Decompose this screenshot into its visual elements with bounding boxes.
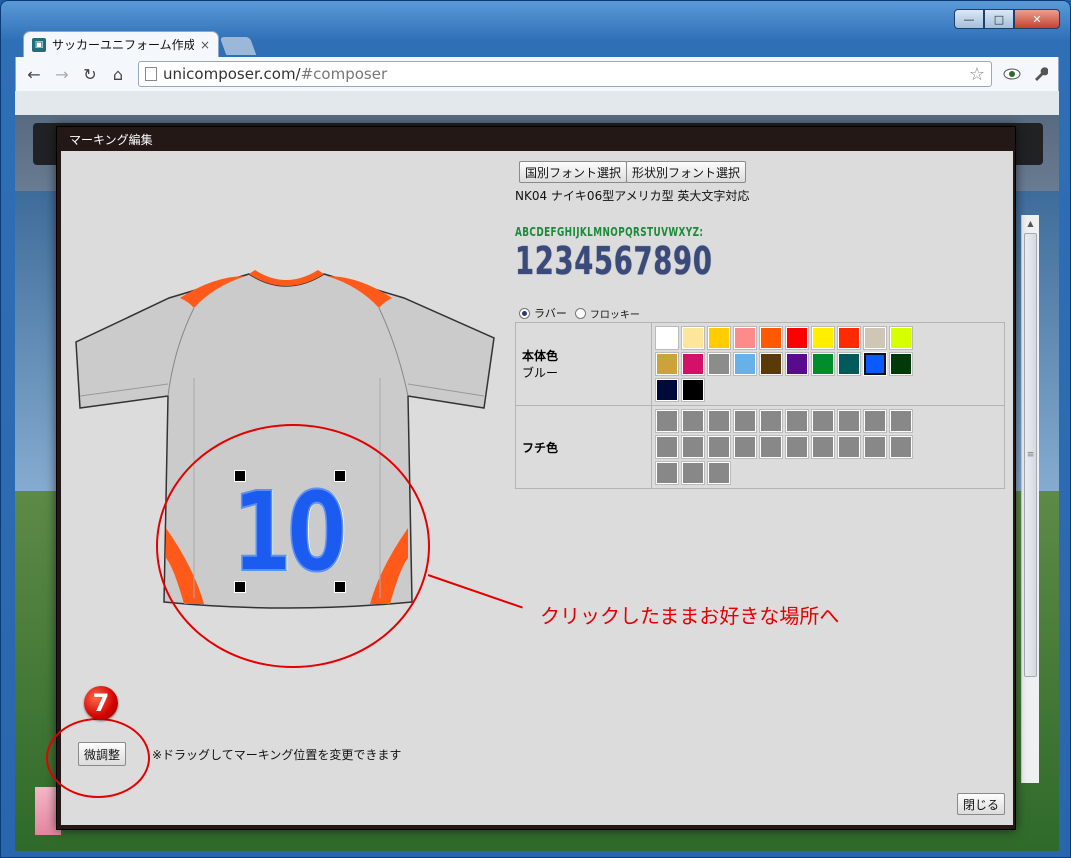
edge-color-swatch[interactable] <box>682 410 704 432</box>
edge-color-swatch-cell <box>651 405 1005 489</box>
edge-color-swatches <box>654 408 924 486</box>
tab-close-icon[interactable]: × <box>200 38 210 52</box>
flocky-label[interactable]: フロッキー <box>590 306 640 321</box>
drag-hint: ※ドラッグしてマーキング位置を変更できます <box>152 748 402 762</box>
body-color-swatch[interactable] <box>812 353 834 375</box>
body-color-swatch[interactable] <box>708 327 730 349</box>
body-color-swatch[interactable] <box>786 327 808 349</box>
browser-toolbar: ← → ↻ ⌂ unicomposer.com/#composer ☆ <box>15 57 1059 91</box>
edge-color-swatch[interactable] <box>786 436 808 458</box>
body-color-swatch[interactable] <box>890 327 912 349</box>
body-color-swatch[interactable] <box>656 353 678 375</box>
scroll-up-icon[interactable]: ▲ <box>1022 215 1039 231</box>
edge-color-swatch[interactable] <box>838 410 860 432</box>
browser-tab[interactable]: ▣ サッカーユニフォーム作成 × <box>23 31 219 57</box>
font-sample-alpha: ABCDEFGHIJKLMNOPQRSTUVWXYZ: <box>515 225 704 239</box>
maximize-button[interactable]: □ <box>984 9 1014 29</box>
edge-color-swatch[interactable] <box>812 436 834 458</box>
body-color-swatch[interactable] <box>682 379 704 401</box>
jersey-favicon-icon: ▣ <box>32 37 46 52</box>
edge-color-swatch[interactable] <box>682 462 704 484</box>
body-color-swatch[interactable] <box>760 353 782 375</box>
edge-color-swatch[interactable] <box>682 436 704 458</box>
edge-color-swatch[interactable] <box>838 436 860 458</box>
body-color-swatches <box>654 325 924 403</box>
minimize-button[interactable]: — <box>954 9 984 29</box>
dialog-title: マーキング編集 <box>69 133 153 147</box>
font-sample-digits: 1234567890 <box>515 239 713 283</box>
reload-icon[interactable]: ↻ <box>78 62 102 86</box>
edge-color-label: フチ色 <box>522 440 559 455</box>
body-color-swatch[interactable] <box>682 327 704 349</box>
body-color-swatch[interactable] <box>708 353 730 375</box>
rubber-label[interactable]: ラバー <box>534 305 567 321</box>
back-icon[interactable]: ← <box>22 62 46 86</box>
body-color-swatch[interactable] <box>864 327 886 349</box>
color-table: 本体色 ブルー フチ色 <box>515 322 1005 489</box>
drag-annotation-circle <box>156 424 430 668</box>
edge-color-swatch[interactable] <box>656 462 678 484</box>
tab-title: サッカーユニフォーム作成 <box>52 38 194 52</box>
eye-extension-icon[interactable] <box>1000 62 1024 86</box>
page-scrollbar[interactable]: ▲ ≡ <box>1021 215 1039 783</box>
body-color-swatch[interactable] <box>838 327 860 349</box>
url-text[interactable]: unicomposer.com/#composer <box>163 65 963 83</box>
body-color-swatch[interactable] <box>682 353 704 375</box>
flocky-radio[interactable] <box>574 307 586 319</box>
edge-color-swatch[interactable] <box>734 436 756 458</box>
new-tab-button[interactable] <box>219 37 257 55</box>
window-controls: — □ ✕ <box>954 9 1060 29</box>
rubber-radio[interactable] <box>519 307 530 319</box>
body-color-swatch[interactable] <box>812 327 834 349</box>
body-color-swatch[interactable] <box>656 379 678 401</box>
close-window-button[interactable]: ✕ <box>1014 9 1060 29</box>
home-icon[interactable]: ⌂ <box>106 62 130 86</box>
forward-icon[interactable]: → <box>50 62 74 86</box>
edge-color-swatch[interactable] <box>864 436 886 458</box>
fine-adjust-button[interactable]: 微調整 <box>78 742 127 766</box>
shape-font-button[interactable]: 形状別フォント選択 <box>626 161 747 183</box>
edge-color-swatch[interactable] <box>812 410 834 432</box>
wrench-icon[interactable] <box>1028 62 1052 86</box>
body-color-swatch[interactable] <box>760 327 782 349</box>
edge-color-swatch[interactable] <box>890 436 912 458</box>
edge-color-swatch[interactable] <box>708 436 730 458</box>
body-color-swatch[interactable] <box>734 327 756 349</box>
body-color-swatch-cell <box>651 322 1005 406</box>
edge-color-swatch[interactable] <box>760 410 782 432</box>
body-color-label: 本体色 <box>522 349 559 363</box>
annotation-text: クリックしたままお好きな場所へ <box>540 604 840 628</box>
edge-color-swatch[interactable] <box>656 436 678 458</box>
edge-color-swatch[interactable] <box>864 410 886 432</box>
edge-color-swatch[interactable] <box>708 462 730 484</box>
body-color-swatch[interactable] <box>864 353 886 375</box>
step-badge: 7 <box>84 686 118 720</box>
close-dialog-button[interactable]: 閉じる <box>957 793 1006 815</box>
body-color-selected-name: ブルー <box>522 366 559 380</box>
body-color-swatch[interactable] <box>786 353 808 375</box>
country-font-button[interactable]: 国別フォント選択 <box>519 161 628 183</box>
page-icon <box>145 67 157 81</box>
edge-color-swatch[interactable] <box>656 410 678 432</box>
edge-color-swatch[interactable] <box>890 410 912 432</box>
body-color-swatch[interactable] <box>656 327 678 349</box>
material-radio-group: ラバー フロッキー <box>519 305 640 321</box>
edge-color-swatch[interactable] <box>786 410 808 432</box>
body-color-swatch[interactable] <box>838 353 860 375</box>
body-color-swatch[interactable] <box>734 353 756 375</box>
scroll-thumb[interactable]: ≡ <box>1024 233 1037 677</box>
edge-color-swatch[interactable] <box>708 410 730 432</box>
body-color-swatch[interactable] <box>890 353 912 375</box>
edge-color-swatch[interactable] <box>734 410 756 432</box>
edge-color-label-cell: フチ色 <box>515 405 652 489</box>
bookmark-star-icon[interactable]: ☆ <box>969 64 985 85</box>
body-color-label-cell: 本体色 ブルー <box>515 322 652 406</box>
font-description: NK04 ナイキ06型アメリカ型 英大文字対応 <box>515 189 750 203</box>
address-bar[interactable]: unicomposer.com/#composer ☆ <box>138 61 992 87</box>
edge-color-swatch[interactable] <box>760 436 782 458</box>
